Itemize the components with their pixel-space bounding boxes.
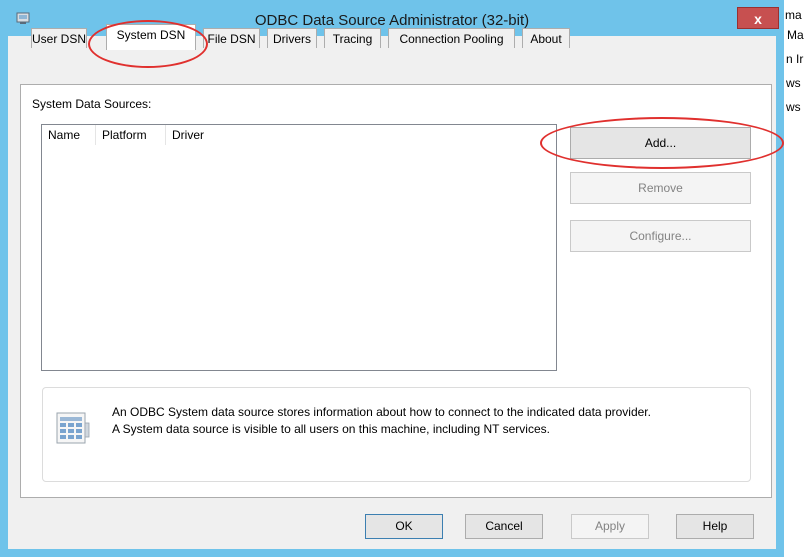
tab-drivers[interactable]: Drivers xyxy=(267,28,317,48)
configure-button[interactable]: Configure... xyxy=(570,220,751,252)
background-window-text: n Ir xyxy=(786,52,804,66)
cancel-button[interactable]: Cancel xyxy=(465,514,543,539)
tab-about[interactable]: About xyxy=(522,28,570,48)
background-window-text: ma xyxy=(785,8,802,22)
data-sources-list[interactable]: Name Platform Driver xyxy=(41,124,557,371)
tab-connection-pooling[interactable]: Connection Pooling xyxy=(388,28,515,48)
tab-system-dsn[interactable]: System DSN xyxy=(106,24,196,50)
info-text-line: A System data source is visible to all u… xyxy=(112,422,550,436)
tab-tracing[interactable]: Tracing xyxy=(324,28,381,48)
info-text-line: An ODBC System data source stores inform… xyxy=(112,405,651,419)
help-button[interactable]: Help xyxy=(676,514,754,539)
add-button[interactable]: Add... xyxy=(570,127,751,159)
system-data-sources-label: System Data Sources: xyxy=(32,97,152,111)
tab-user-dsn[interactable]: User DSN xyxy=(31,28,87,48)
background-window-text: ws xyxy=(786,76,801,90)
column-header-platform[interactable]: Platform xyxy=(96,125,166,145)
apply-button[interactable]: Apply xyxy=(571,514,649,539)
data-source-icon xyxy=(54,409,92,447)
tab-file-dsn[interactable]: File DSN xyxy=(203,28,260,48)
close-button[interactable]: x xyxy=(737,7,779,29)
ok-button[interactable]: OK xyxy=(365,514,443,539)
background-window-text: ws xyxy=(786,100,801,114)
column-header-name[interactable]: Name xyxy=(42,125,96,145)
column-header-driver[interactable]: Driver xyxy=(166,125,246,145)
background-window-text: Ma xyxy=(787,28,804,42)
remove-button[interactable]: Remove xyxy=(570,172,751,204)
